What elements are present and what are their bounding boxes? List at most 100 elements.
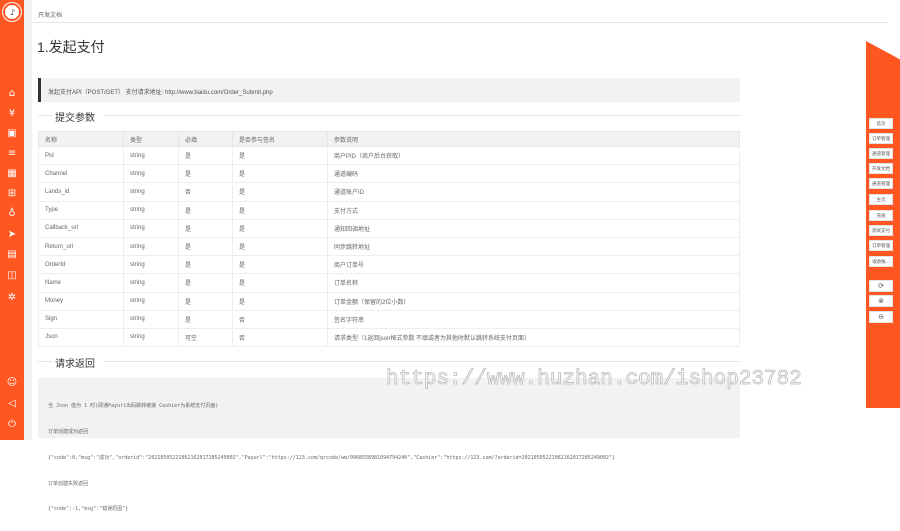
page-title: 1.发起支付 [37,39,105,55]
minus-circle-icon[interactable]: ⊖ [869,311,893,323]
quick-link-orders-2[interactable]: 订单管理 [869,240,893,251]
code-line: {"code":0,"msg":"成功","orderid":"20210505… [48,454,615,461]
table-cell: 通知回调地址 [327,218,740,238]
table-cell: 商户PID（商户后台获取） [327,145,740,166]
col-name-header: 名称 [38,131,124,147]
table-row: Money string 是是订单金额（保留的2位小数） [38,291,740,311]
user-icon[interactable]: ☺ [6,377,18,389]
table-cell: string [123,236,179,257]
table-cell: string [123,200,179,220]
quick-link-accounts[interactable]: 收款账... [869,256,893,267]
table-cell: 是 [178,145,233,166]
table-cell: Sign [38,309,124,329]
table-cell: string [123,327,179,348]
table-row: Callback_url string 是是通知回调地址 [38,218,740,238]
table-cell: string [123,218,179,238]
table-cell: OrderId [38,255,124,275]
table-row: Json string 可空否请求类型（1返回json格式参数 不填或者为其他时默认… [38,327,740,348]
quick-link-channels[interactable]: 通道管理 [869,148,893,159]
quick-link-home[interactable]: 首页 [869,118,893,129]
gift-icon[interactable]: ♁ [6,208,18,220]
table-cell: string [123,255,179,275]
table-row: Name string 是是订单名称 [38,273,740,293]
table-cell: Callback_url [38,218,124,238]
quick-link-recharge[interactable]: 充值 [869,210,893,221]
table-cell: 是 [178,236,233,257]
table-row: Sign string 是否签名字符串 [38,309,740,329]
api-info-box: 发起支付API（POST/GET） 支付请求地址: http://www.bai… [38,78,740,102]
table-cell: string [123,182,179,202]
close-circle-icon[interactable]: ⊗ [869,295,893,307]
code-line: 当 Json 值为 1 时(即通Payurl出码跳转链接 Cashier为系统支… [48,403,219,410]
table-cell: Type [38,200,124,220]
quick-link-docs[interactable]: 开发文档 [869,163,893,174]
table-cell: Name [38,273,124,293]
table-header-row: 名称 类型 必填 是否参与签名 参数说明 [38,131,740,147]
table-cell: 是 [232,145,328,166]
table-cell: 可空 [178,327,233,348]
table-cell: 是 [232,236,328,257]
table-cell: string [123,273,179,293]
table-row: Type string 是是支付方式 [38,200,740,220]
cart-icon[interactable]: ⊞ [6,188,18,200]
refresh-icon[interactable]: ⟳ [869,280,893,292]
table-cell: string [123,145,179,166]
fieldset-line-left [38,361,52,362]
params-fieldset: 提交参数 [38,109,740,124]
power-icon[interactable]: ⏻ [6,419,18,431]
table-cell: 是 [178,309,233,329]
col-type-header: 类型 [123,131,179,147]
table-cell: 商户订单号 [327,255,740,275]
table-row: OrderId string 是是商户订单号 [38,255,740,275]
table-cell: 通道编码 [327,164,740,184]
breadcrumb[interactable]: 开发文档 [38,10,62,19]
table-cell: 是 [232,255,328,275]
calendar-icon[interactable]: ▤ [6,249,18,261]
table-cell: 是 [232,218,328,238]
table-cell: 是 [232,291,328,311]
code-line: 订单创建失败返回 [48,480,89,487]
table-cell: 是 [232,273,328,293]
params-section-title: 提交参数 [52,109,98,124]
quick-link-test-pay[interactable]: 测试支付 [869,225,893,236]
list-icon[interactable]: ≡ [6,148,18,160]
quick-link-channels-2[interactable]: 通道管理 [869,178,893,189]
table-cell: 签名字符串 [327,309,740,329]
home-icon[interactable]: ⌂ [6,88,18,100]
settings-icon[interactable]: ✲ [6,292,18,304]
table-cell: 是 [178,255,233,275]
table-cell: 通道账户ID [327,182,740,202]
table-cell: Money [38,291,124,311]
col-sign-header: 是否参与签名 [232,131,328,147]
table-cell: 请求类型（1返回json格式参数 不填或者为其他时默认跳转系统支付页面） [327,327,740,348]
quick-link-orders[interactable]: 订单管理 [869,133,893,144]
left-sidebar: ♪ ⌂ ¥ ▣ ≡ ▦ ⊞ ♁ ➤ ▤ ◫ ✲ ☺ ◁ ⏻ [0,0,24,440]
logo[interactable]: ♪ [3,3,21,21]
table-cell: 否 [232,309,328,329]
table-cell: string [123,164,179,184]
table-cell: 是 [178,273,233,293]
table-cell: 订单金额（保留的2位小数） [327,291,740,311]
table-cell: 是 [232,182,328,202]
return-section-title: 请求返回 [52,355,98,370]
apps-icon[interactable]: ▦ [6,168,18,180]
table-body: Pid string 是是商户PID（商户后台获取） Channel string 是是通… [38,145,740,348]
fieldset-line-right [104,361,740,362]
table-cell: Channel [38,164,124,184]
fieldset-line-right [104,115,740,116]
table-cell: 是 [232,164,328,184]
money-icon[interactable]: ¥ [6,108,18,120]
layers-icon[interactable]: ◫ [6,270,18,282]
quick-link-main[interactable]: 主页 [869,194,893,205]
content-gutter [24,0,32,440]
send-icon[interactable]: ➤ [6,229,18,241]
table-cell: Pid [38,145,124,166]
table-cell: 同步跳转地址 [327,236,740,257]
table-cell: 是 [178,164,233,184]
table-row: Channel string 是是通道编码 [38,164,740,184]
fieldset-line-left [38,115,52,116]
wallet-icon[interactable]: ▣ [6,128,18,140]
logo-glyph: ♪ [10,8,16,17]
table-cell: 是 [178,200,233,220]
volume-icon[interactable]: ◁ [6,398,18,410]
